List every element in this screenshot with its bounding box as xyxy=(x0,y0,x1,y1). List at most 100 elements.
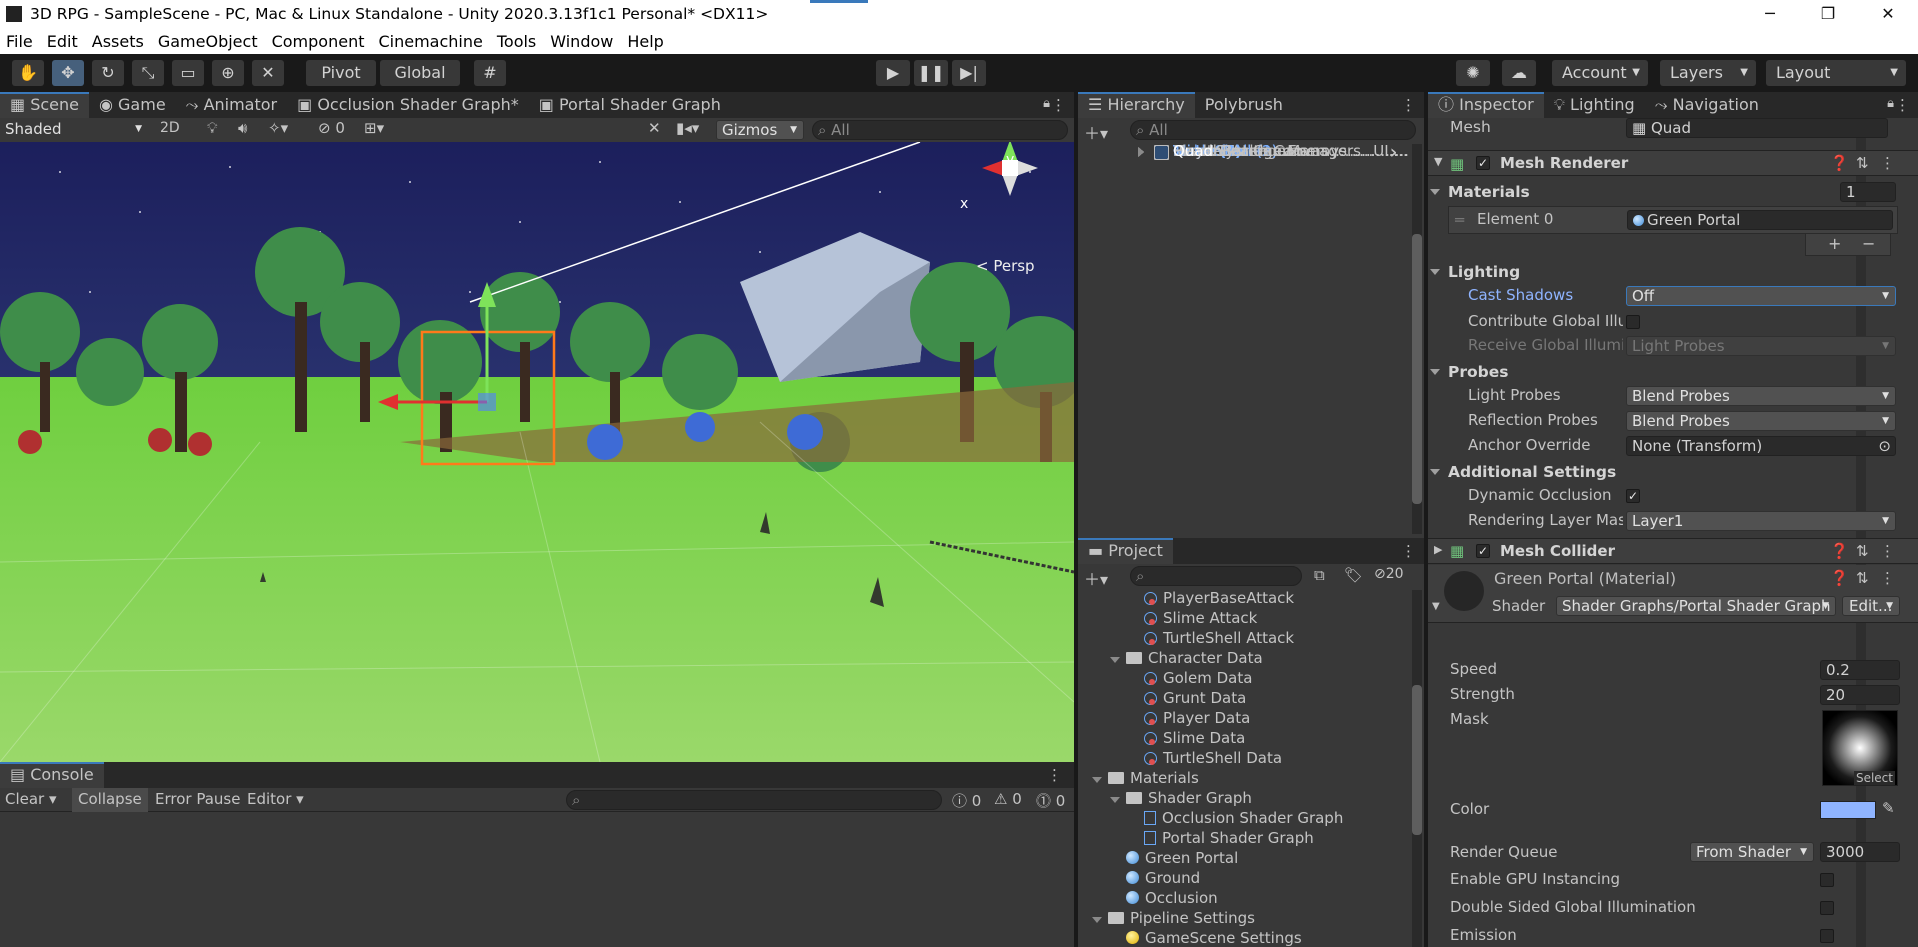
mesh-field[interactable]: ▦ Quad xyxy=(1626,118,1888,138)
hand-tool-icon[interactable]: ✋ xyxy=(12,60,44,86)
project-item[interactable]: Ground xyxy=(1110,868,1200,888)
editor-dropdown[interactable]: Editor ▾ xyxy=(247,790,304,808)
hierarchy-add-button[interactable]: ＋▾ xyxy=(1084,120,1108,144)
project-item[interactable]: Shader Graph xyxy=(1110,788,1252,808)
shading-mode-dropdown[interactable]: Shaded xyxy=(0,120,148,140)
warning-count-toggle[interactable]: ⚠ 0 xyxy=(994,790,1022,808)
mask-select-button[interactable]: Select xyxy=(1853,771,1895,785)
color-swatch[interactable] xyxy=(1820,801,1876,819)
tab-lighting[interactable]: 💡︎ Lighting xyxy=(1544,92,1645,118)
console-options-icon[interactable]: ⋮ xyxy=(1047,766,1062,784)
clear-dropdown[interactable]: Clear ▾ xyxy=(5,790,57,808)
tab-game[interactable]: ◉ Game xyxy=(89,92,176,118)
rect-tool-icon[interactable]: ▭ xyxy=(172,60,204,86)
material-menu-icon[interactable]: ⋮ xyxy=(1880,569,1895,587)
project-add-button[interactable]: ＋▾ xyxy=(1084,566,1108,590)
hierarchy-options-icon[interactable]: ⋮ xyxy=(1401,96,1416,114)
mesh-renderer-preset-icon[interactable]: ⇅ xyxy=(1856,154,1869,172)
mesh-collider-menu-icon[interactable]: ⋮ xyxy=(1880,542,1895,560)
rotate-tool-icon[interactable]: ↻ xyxy=(92,60,124,86)
minimize-button[interactable]: ─ xyxy=(1742,0,1798,28)
contribute-gi-checkbox[interactable] xyxy=(1626,315,1640,329)
mesh-collider-preset-icon[interactable]: ⇅ xyxy=(1856,542,1869,560)
anchor-override-field[interactable]: None (Transform) ⊙ xyxy=(1626,436,1896,456)
lighting-toggle-icon[interactable]: 💡︎ xyxy=(207,119,218,137)
audio-toggle-icon[interactable]: 🔊︎ xyxy=(238,119,247,137)
cast-shadows-dropdown[interactable]: Off xyxy=(1626,286,1896,306)
menu-window[interactable]: Window xyxy=(550,32,613,51)
close-button[interactable]: ✕ xyxy=(1860,0,1916,28)
project-item[interactable]: Slime Attack xyxy=(1128,608,1257,628)
project-item[interactable]: Golem Data xyxy=(1128,668,1252,688)
list-add-button[interactable]: + xyxy=(1828,234,1841,253)
play-button[interactable]: ▶ xyxy=(876,60,910,86)
project-options-icon[interactable]: ⋮ xyxy=(1401,542,1416,560)
scale-tool-icon[interactable]: ⤡ xyxy=(132,60,164,86)
tab-animator[interactable]: ⤳ Animator xyxy=(176,92,287,118)
filter-by-label-icon[interactable]: 🏷︎ xyxy=(1344,566,1363,584)
shader-edit-button[interactable]: Edit... xyxy=(1842,596,1900,616)
project-search-input[interactable]: ⌕ xyxy=(1130,566,1302,586)
error-pause-toggle[interactable]: Error Pause xyxy=(155,790,240,808)
project-item[interactable]: Occlusion xyxy=(1110,888,1218,908)
mesh-renderer-enabled-checkbox[interactable]: ✓ xyxy=(1476,156,1490,170)
scene-viewport[interactable]: y x < Persp xyxy=(0,142,1074,762)
maximize-button[interactable]: ❐ xyxy=(1800,0,1856,28)
project-item[interactable]: Green Portal xyxy=(1110,848,1238,868)
console-search-input[interactable]: ⌕ xyxy=(566,790,942,810)
inspector-options-icon[interactable]: ⋮ xyxy=(1895,96,1910,114)
probes-foldout[interactable]: Probes xyxy=(1428,360,1509,384)
mesh-renderer-menu-icon[interactable]: ⋮ xyxy=(1880,154,1895,172)
project-item[interactable]: Materials xyxy=(1092,768,1199,788)
project-item[interactable]: GameScene Settings xyxy=(1110,928,1302,947)
expand-arrow-icon[interactable] xyxy=(1092,777,1102,783)
filter-by-type-icon[interactable]: ⧉ xyxy=(1314,566,1325,584)
menu-tools[interactable]: Tools xyxy=(497,32,536,51)
project-item[interactable]: Occlusion Shader Graph xyxy=(1128,808,1343,828)
speed-field[interactable]: 0.2 xyxy=(1820,660,1900,680)
collab-icon[interactable]: ✺ xyxy=(1456,60,1490,86)
material-foldout-icon[interactable]: ▼ xyxy=(1432,601,1440,612)
expand-arrow-icon[interactable] xyxy=(1110,797,1120,803)
project-item[interactable]: Pipeline Settings xyxy=(1092,908,1255,928)
expand-arrow-icon[interactable] xyxy=(1110,657,1120,663)
mask-texture-slot[interactable]: Select xyxy=(1822,710,1898,786)
project-item[interactable]: Portal Shader Graph xyxy=(1128,828,1314,848)
error-count-toggle[interactable]: ⓵ 0 xyxy=(1036,790,1065,811)
element0-field[interactable]: Green Portal xyxy=(1627,210,1893,230)
tab-navigation[interactable]: ⤳ Navigation xyxy=(1645,92,1769,118)
lock-icon[interactable]: 🔒︎ xyxy=(1043,96,1050,111)
menu-edit[interactable]: Edit xyxy=(47,32,78,51)
camera-icon[interactable]: ▮◂▾ xyxy=(676,119,699,137)
hierarchy-scrollbar[interactable] xyxy=(1412,144,1422,534)
render-queue-field[interactable]: 3000 xyxy=(1820,842,1900,862)
additional-settings-foldout[interactable]: Additional Settings xyxy=(1428,460,1616,484)
project-item[interactable]: Player Data xyxy=(1128,708,1250,728)
tab-hierarchy[interactable]: ☰ Hierarchy xyxy=(1078,92,1195,118)
object-picker-icon[interactable]: ⊙ xyxy=(1878,437,1891,455)
project-item[interactable]: Grunt Data xyxy=(1128,688,1246,708)
mesh-renderer-help-icon[interactable]: ❓ xyxy=(1830,154,1849,172)
expand-arrow-icon[interactable] xyxy=(1138,147,1144,157)
global-button[interactable]: Global xyxy=(380,60,460,86)
menu-cinemachine[interactable]: Cinemachine xyxy=(378,32,482,51)
tab-project[interactable]: ▬ Project xyxy=(1078,538,1173,564)
effects-toggle-icon[interactable]: ✧▾ xyxy=(268,119,288,137)
tab-console[interactable]: ▤ Console xyxy=(0,762,104,788)
menu-help[interactable]: Help xyxy=(627,32,663,51)
hierarchy-search-input[interactable]: ⌕ All xyxy=(1130,120,1416,140)
transform-tool-icon[interactable]: ⊕ xyxy=(212,60,244,86)
tab-inspector[interactable]: ⓘ Inspector xyxy=(1428,92,1544,118)
log-count-toggle[interactable]: ⓘ 0 xyxy=(952,790,981,811)
shader-dropdown[interactable]: Shader Graphs/Portal Shader Graph xyxy=(1556,596,1836,616)
collapse-toggle[interactable]: Collapse xyxy=(72,788,148,812)
eyedropper-icon[interactable]: ✎ xyxy=(1882,799,1895,817)
rendering-layer-dropdown[interactable]: Layer1 xyxy=(1626,511,1896,531)
mesh-collider-foldout-icon[interactable]: ▶ xyxy=(1434,543,1442,556)
double-sided-gi-checkbox[interactable] xyxy=(1820,901,1834,915)
tab-occlusion-shader-graph[interactable]: ▣ Occlusion Shader Graph* xyxy=(287,92,529,118)
custom-tool-icon[interactable]: ✕ xyxy=(252,60,284,86)
tab-scene[interactable]: ▦ Scene xyxy=(0,92,89,118)
layers-dropdown[interactable]: Layers xyxy=(1660,60,1756,86)
expand-arrow-icon[interactable] xyxy=(1092,917,1102,923)
